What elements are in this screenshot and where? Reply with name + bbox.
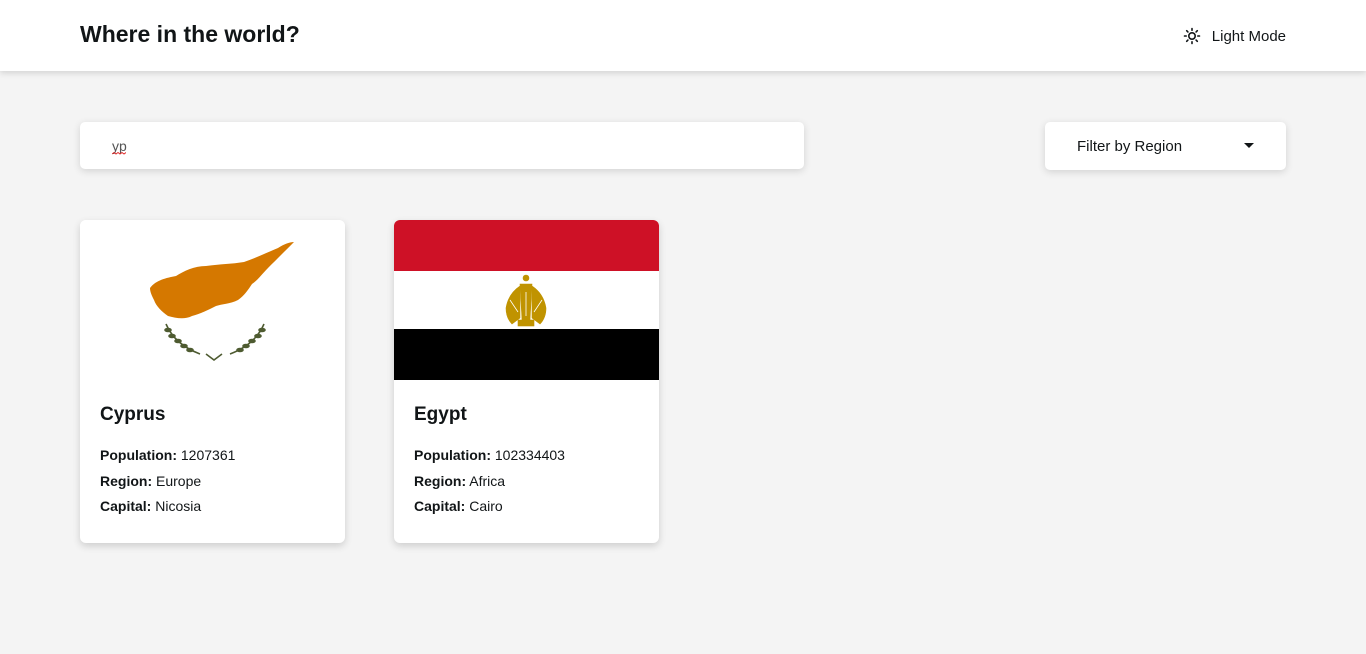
spellcheck-underline — [112, 152, 126, 155]
search-bar — [80, 122, 804, 169]
country-name: Egypt — [414, 404, 467, 425]
country-region: Region: Europe — [100, 473, 202, 489]
country-population: Population: 102334403 — [414, 447, 565, 463]
country-card-egypt[interactable]: Egypt Population: 102334403 Region: Afri… — [394, 220, 659, 543]
cyprus-flag — [80, 220, 345, 380]
country-population: Population: 1207361 — [100, 447, 236, 463]
theme-toggle-button[interactable]: Light Mode — [1182, 24, 1286, 48]
sun-icon — [1182, 26, 1202, 46]
search-input[interactable] — [112, 122, 772, 169]
country-capital: Capital: Nicosia — [100, 498, 202, 514]
theme-toggle-label: Light Mode — [1211, 27, 1286, 45]
region-filter-label: Filter by Region — [1077, 138, 1183, 155]
country-region: Region: Africa — [414, 473, 506, 489]
country-card-cyprus[interactable]: Cyprus Population: 1207361 Region: Europ… — [80, 220, 345, 543]
app-title: Where in the world? — [80, 21, 300, 47]
egypt-flag — [394, 220, 659, 380]
country-capital: Capital: Cairo — [414, 498, 503, 514]
region-filter-dropdown[interactable]: Filter by Region — [1045, 122, 1286, 170]
country-name: Cyprus — [100, 404, 166, 425]
top-navbar: Where in the world? Light Mode — [0, 0, 1366, 71]
caret-down-icon — [1244, 143, 1254, 148]
